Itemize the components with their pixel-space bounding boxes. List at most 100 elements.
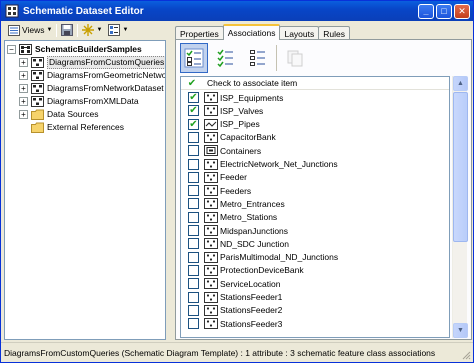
list-item[interactable]: StationsFeeder3 (181, 317, 282, 330)
association-checkbox[interactable] (188, 238, 199, 250)
node-icon (204, 318, 218, 330)
list-item-label: Metro_Stations (220, 212, 278, 223)
list-item-label: ElectricNetwork_Net_Junctions (220, 159, 338, 169)
association-checkbox[interactable] (188, 225, 199, 236)
node-icon (204, 211, 218, 223)
association-checkbox[interactable] (188, 171, 199, 183)
association-checkbox[interactable] (188, 251, 199, 263)
list-item[interactable]: ✔ ISP_Valves (181, 104, 263, 117)
arrow-down-icon: ▼ (457, 327, 464, 334)
folder-icon (31, 122, 44, 133)
tree-item-data-sources[interactable]: + Data Sources (19, 108, 99, 120)
association-checkbox[interactable] (188, 264, 199, 276)
associations-toolbar (180, 42, 309, 74)
association-checkbox[interactable] (188, 145, 199, 157)
list-item[interactable]: ✔ ISP_Pipes (181, 118, 260, 131)
association-checkbox[interactable] (188, 198, 199, 210)
tab-rules[interactable]: Rules (318, 26, 350, 40)
collapse-icon[interactable]: − (7, 44, 16, 54)
list-item[interactable]: StationsFeeder2 (181, 304, 282, 317)
scroll-up-button[interactable]: ▲ (453, 76, 468, 91)
association-checkbox[interactable]: ✔ (188, 118, 199, 130)
views-dropdown[interactable]: Views ▼ (6, 23, 54, 37)
expand-icon[interactable]: + (19, 96, 28, 106)
add-dropdown[interactable]: ▼ (80, 23, 104, 37)
list-all-icon (184, 48, 204, 68)
container-icon (204, 145, 218, 157)
resize-grip-icon[interactable] (460, 349, 471, 360)
node-icon (204, 278, 218, 290)
close-button[interactable]: ✕ (454, 3, 470, 19)
list-item-label: StationsFeeder2 (220, 305, 283, 316)
list-item[interactable]: ServiceLocation (181, 277, 280, 290)
list-item[interactable]: ParisMultimodal_ND_Junctions (181, 251, 338, 264)
show-checked-button[interactable] (212, 43, 240, 73)
list-item[interactable]: ProtectionDeviceBank (181, 264, 304, 277)
options-dropdown[interactable]: ▼ (106, 23, 130, 37)
association-checkbox[interactable] (188, 131, 199, 143)
dataset-tree[interactable]: − SchematicBuilderSamples + DiagramsFrom… (4, 40, 166, 340)
node-icon (204, 171, 218, 183)
association-checkbox[interactable] (188, 185, 199, 197)
association-checkbox[interactable] (188, 278, 199, 290)
minimize-button[interactable]: _ (418, 3, 434, 19)
tree-item-diagrams-from-geometric-network[interactable]: + DiagramsFromGeometricNetwork (19, 69, 165, 81)
status-bar: DiagramsFromCustomQueries (Schematic Dia… (1, 342, 473, 362)
list-item[interactable]: StationsFeeder1 (181, 291, 282, 304)
main-window: Schematic Dataset Editor _ □ ✕ Views ▼ ▼ (0, 0, 474, 363)
status-text: DiagramsFromCustomQueries (Schematic Dia… (4, 347, 436, 358)
copy-icon (287, 50, 303, 67)
associations-list[interactable]: ✔ Check to associate item ✔ ISP_Equipment… (180, 76, 450, 338)
tree-item-diagrams-from-custom-queries[interactable]: + DiagramsFromCustomQueries (19, 55, 165, 69)
node-icon (204, 131, 218, 143)
tab-properties[interactable]: Properties (175, 26, 224, 40)
association-checkbox[interactable] (188, 318, 199, 330)
expand-icon[interactable]: + (19, 57, 28, 67)
copy-button[interactable] (281, 43, 309, 73)
list-item[interactable]: Metro_Entrances (181, 197, 285, 210)
diagram-template-icon (31, 82, 44, 94)
show-unchecked-button[interactable] (244, 43, 272, 73)
tree-item-external-references[interactable]: External References (31, 121, 124, 133)
expand-icon[interactable]: + (19, 83, 28, 93)
vertical-scrollbar[interactable]: ▲ ▼ (452, 76, 468, 338)
arrow-up-icon: ▲ (457, 80, 464, 87)
node-icon (204, 158, 218, 170)
list-item[interactable]: Feeder (181, 171, 247, 184)
tree-root[interactable]: − SchematicBuilderSamples (7, 43, 142, 55)
association-checkbox[interactable] (188, 304, 199, 316)
expand-icon[interactable]: + (19, 70, 28, 80)
title-bar[interactable]: Schematic Dataset Editor _ □ ✕ (1, 1, 473, 21)
list-item[interactable]: ElectricNetwork_Net_Junctions (181, 158, 338, 171)
save-button[interactable] (59, 23, 75, 37)
list-item-label: ISP_Valves (220, 105, 264, 116)
list-item[interactable]: Metro_Stations (181, 211, 277, 224)
scroll-down-button[interactable]: ▼ (453, 323, 468, 338)
association-checkbox[interactable] (188, 158, 199, 170)
scroll-thumb[interactable] (453, 92, 468, 242)
list-item[interactable]: Containers (181, 144, 261, 157)
schematic-dataset-icon (19, 43, 32, 55)
add-icon (82, 24, 95, 36)
show-all-button[interactable] (180, 43, 208, 73)
expand-icon[interactable]: + (19, 109, 28, 119)
tree-item-diagrams-from-xml-data[interactable]: + DiagramsFromXMLData (19, 95, 139, 107)
list-item[interactable]: ✔ ISP_Equipments (181, 91, 283, 104)
list-item[interactable]: ND_SDC Junction (181, 237, 289, 250)
list-item-label: ISP_Pipes (220, 119, 260, 130)
association-checkbox[interactable]: ✔ (188, 105, 199, 117)
association-checkbox[interactable]: ✔ (188, 92, 199, 103)
maximize-button[interactable]: □ (436, 3, 452, 19)
tab-layouts[interactable]: Layouts (279, 26, 320, 40)
tab-associations[interactable]: Associations (222, 24, 281, 40)
tree-item-diagrams-from-network-dataset[interactable]: + DiagramsFromNetworkDataset (19, 82, 164, 94)
list-item[interactable]: Feeders (181, 184, 251, 197)
association-checkbox[interactable] (188, 211, 199, 223)
right-pane: Properties Associations Layouts Rules ✔ … (171, 22, 472, 340)
toolbar-separator (276, 45, 277, 71)
list-item-label: MidspanJunctions (220, 225, 289, 236)
list-item[interactable]: MidspanJunctions (181, 224, 288, 237)
list-item[interactable]: CapacitorBank (181, 131, 276, 144)
views-icon (8, 24, 20, 36)
association-checkbox[interactable] (188, 291, 199, 303)
